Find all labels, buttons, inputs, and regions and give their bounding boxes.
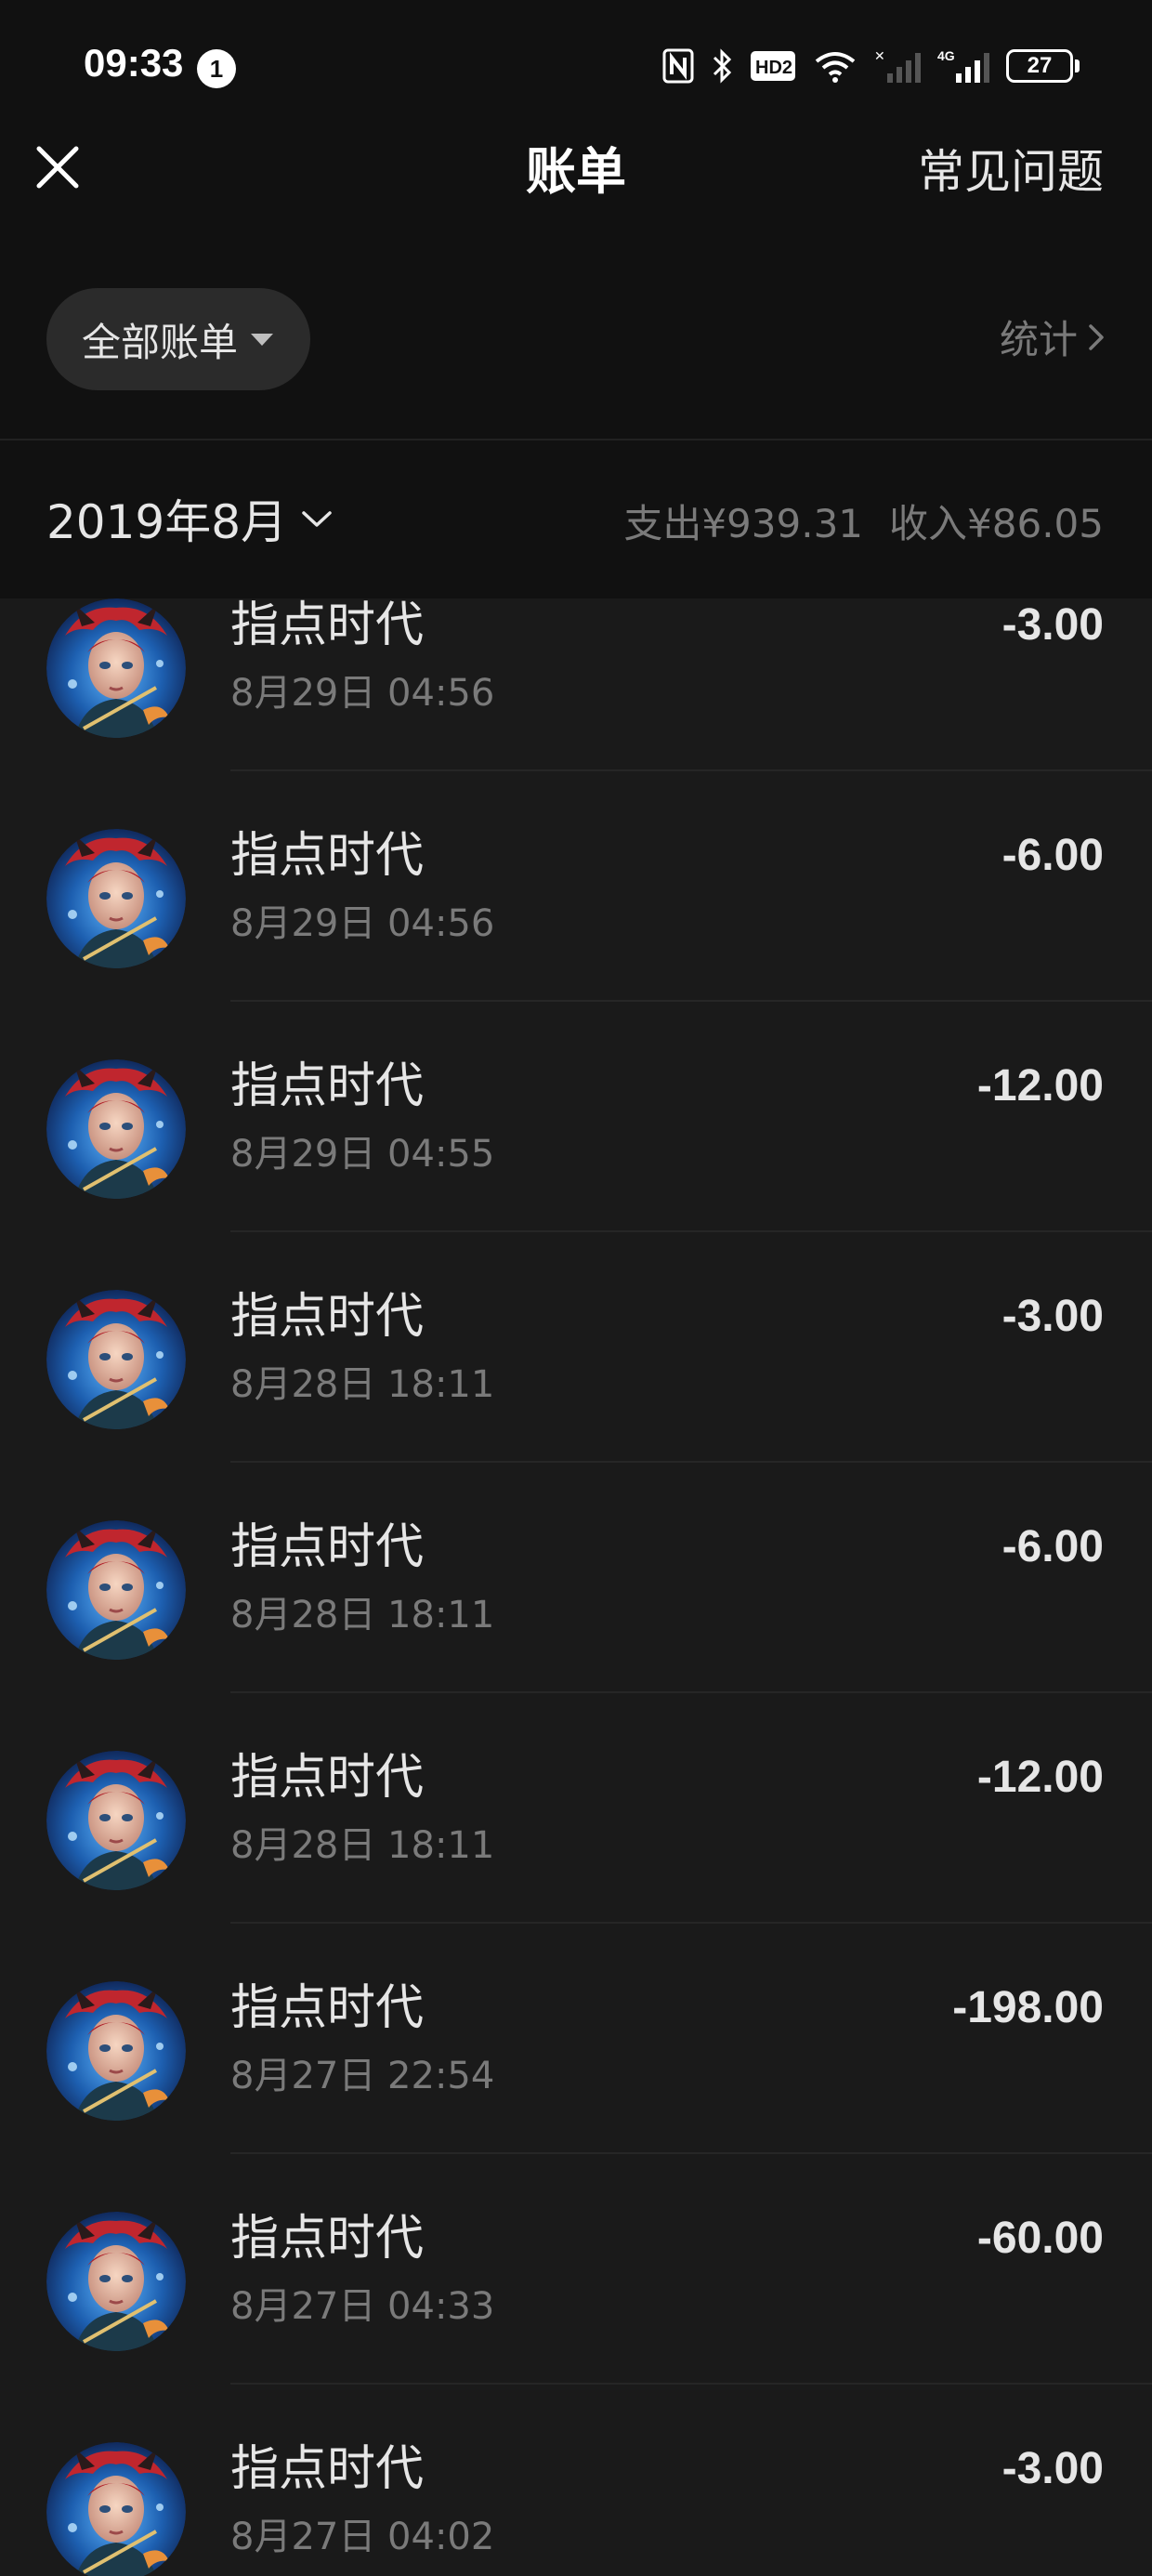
expense-value: ¥939.31 — [701, 501, 864, 546]
transaction-time: 8月27日 04:02 — [230, 2516, 495, 2558]
transaction-row[interactable]: 指点时代 8月27日 04:02 -3.00 — [0, 2433, 1152, 2576]
status-time: 09:33 — [84, 41, 184, 85]
avatar — [46, 1751, 186, 1890]
svg-text:✕: ✕ — [874, 48, 885, 63]
transaction-name: 指点时代 — [230, 2441, 425, 2497]
transaction-amount: -60.00 — [976, 2214, 1104, 2263]
month-row: 2019年8月 支出¥939.31 收入¥86.05 — [0, 440, 1152, 598]
transaction-name: 指点时代 — [230, 1289, 425, 1345]
signal-sim1-icon: ✕ — [874, 47, 921, 85]
transaction-row[interactable]: 指点时代 8月27日 22:54 -198.00 — [0, 1972, 1152, 2202]
month-picker[interactable]: 2019年8月 — [46, 485, 334, 552]
transaction-time: 8月28日 18:11 — [230, 1594, 495, 1636]
hd-icon: HD2 — [750, 50, 796, 82]
avatar — [46, 1290, 186, 1429]
status-icons: HD2 ✕ 4G 27 — [662, 45, 1080, 87]
game-character-avatar — [46, 1751, 186, 1890]
income-label: 收入 — [889, 501, 968, 546]
wifi-icon — [813, 48, 857, 84]
notification-badge: 1 — [197, 49, 236, 88]
game-character-avatar — [46, 2212, 186, 2351]
income-value: ¥86.05 — [967, 501, 1104, 546]
game-character-avatar — [46, 1059, 186, 1199]
transaction-time: 8月27日 22:54 — [230, 2055, 495, 2097]
transaction-row[interactable]: 指点时代 8月29日 04:56 -3.00 — [0, 598, 1152, 820]
avatar — [46, 1059, 186, 1199]
game-character-avatar — [46, 598, 186, 738]
chevron-down-icon — [302, 511, 332, 527]
transaction-row[interactable]: 指点时代 8月27日 04:33 -60.00 — [0, 2202, 1152, 2433]
game-character-avatar — [46, 829, 186, 968]
row-divider — [230, 769, 1152, 771]
transaction-amount: -6.00 — [1001, 1522, 1104, 1571]
signal-4g-icon: 4G — [937, 47, 989, 85]
transaction-name: 指点时代 — [230, 828, 425, 884]
transaction-time: 8月27日 04:33 — [230, 2285, 495, 2328]
transaction-name: 指点时代 — [230, 1519, 425, 1575]
avatar — [46, 1520, 186, 1660]
transaction-time: 8月28日 18:11 — [230, 1363, 495, 1406]
transaction-row[interactable]: 指点时代 8月28日 18:11 -12.00 — [0, 1741, 1152, 1972]
transaction-amount: -3.00 — [1001, 1292, 1104, 1341]
transaction-time: 8月28日 18:11 — [230, 1824, 495, 1867]
transaction-amount: -3.00 — [1001, 2444, 1104, 2493]
transaction-time: 8月29日 04:56 — [230, 672, 495, 715]
chevron-right-icon — [1089, 323, 1104, 350]
transaction-amount: -6.00 — [1001, 831, 1104, 880]
bluetooth-icon — [711, 47, 733, 85]
svg-text:HD2: HD2 — [755, 58, 792, 78]
filter-label: 全部账单 — [82, 319, 239, 365]
battery-icon: 27 — [1006, 49, 1080, 83]
caret-down-icon — [251, 333, 274, 346]
transaction-row[interactable]: 指点时代 8月29日 04:56 -6.00 — [0, 820, 1152, 1050]
row-divider — [230, 2152, 1152, 2154]
transaction-name: 指点时代 — [230, 598, 425, 653]
transaction-row[interactable]: 指点时代 8月29日 04:55 -12.00 — [0, 1050, 1152, 1281]
transaction-name: 指点时代 — [230, 1980, 425, 2036]
game-character-avatar — [46, 1290, 186, 1429]
row-divider — [230, 1922, 1152, 1924]
transaction-name: 指点时代 — [230, 2211, 425, 2267]
avatar — [46, 1981, 186, 2121]
game-character-avatar — [46, 1981, 186, 2121]
transaction-time: 8月29日 04:55 — [230, 1133, 495, 1176]
avatar — [46, 829, 186, 968]
transaction-amount: -12.00 — [976, 1061, 1104, 1111]
transaction-name: 指点时代 — [230, 1750, 425, 1806]
transaction-amount: -198.00 — [952, 1983, 1104, 2032]
avatar — [46, 2212, 186, 2351]
battery-level: 27 — [1006, 49, 1073, 83]
faq-link[interactable]: 常见问题 — [918, 139, 1104, 204]
game-character-avatar — [46, 1520, 186, 1660]
game-character-avatar — [46, 2442, 186, 2576]
filter-dropdown[interactable]: 全部账单 — [46, 288, 310, 390]
nfc-icon — [662, 48, 694, 84]
avatar — [46, 2442, 186, 2576]
month-summary: 支出¥939.31 收入¥86.05 — [623, 493, 1104, 549]
svg-text:4G: 4G — [937, 48, 955, 63]
transaction-amount: -3.00 — [1001, 600, 1104, 650]
transaction-row[interactable]: 指点时代 8月28日 18:11 -3.00 — [0, 1281, 1152, 1511]
month-label: 2019年8月 — [46, 495, 288, 549]
transaction-time: 8月29日 04:56 — [230, 902, 495, 945]
transaction-amount: -12.00 — [976, 1753, 1104, 1802]
expense-label: 支出 — [623, 501, 702, 546]
row-divider — [230, 1230, 1152, 1232]
stats-label: 统计 — [999, 317, 1078, 362]
stats-link[interactable]: 统计 — [1000, 309, 1106, 365]
status-bar: 09:33 1 HD2 ✕ 4G 27 — [0, 0, 1152, 139]
row-divider — [230, 1691, 1152, 1693]
transaction-name: 指点时代 — [230, 1058, 425, 1114]
row-divider — [230, 1461, 1152, 1463]
row-divider — [230, 2383, 1152, 2385]
avatar — [46, 598, 186, 738]
transaction-row[interactable]: 指点时代 8月28日 18:11 -6.00 — [0, 1511, 1152, 1741]
row-divider — [230, 1000, 1152, 1002]
transaction-list[interactable]: 指点时代 8月29日 04:56 -3.00 指点时代 8月29日 04:56 … — [0, 598, 1152, 2576]
